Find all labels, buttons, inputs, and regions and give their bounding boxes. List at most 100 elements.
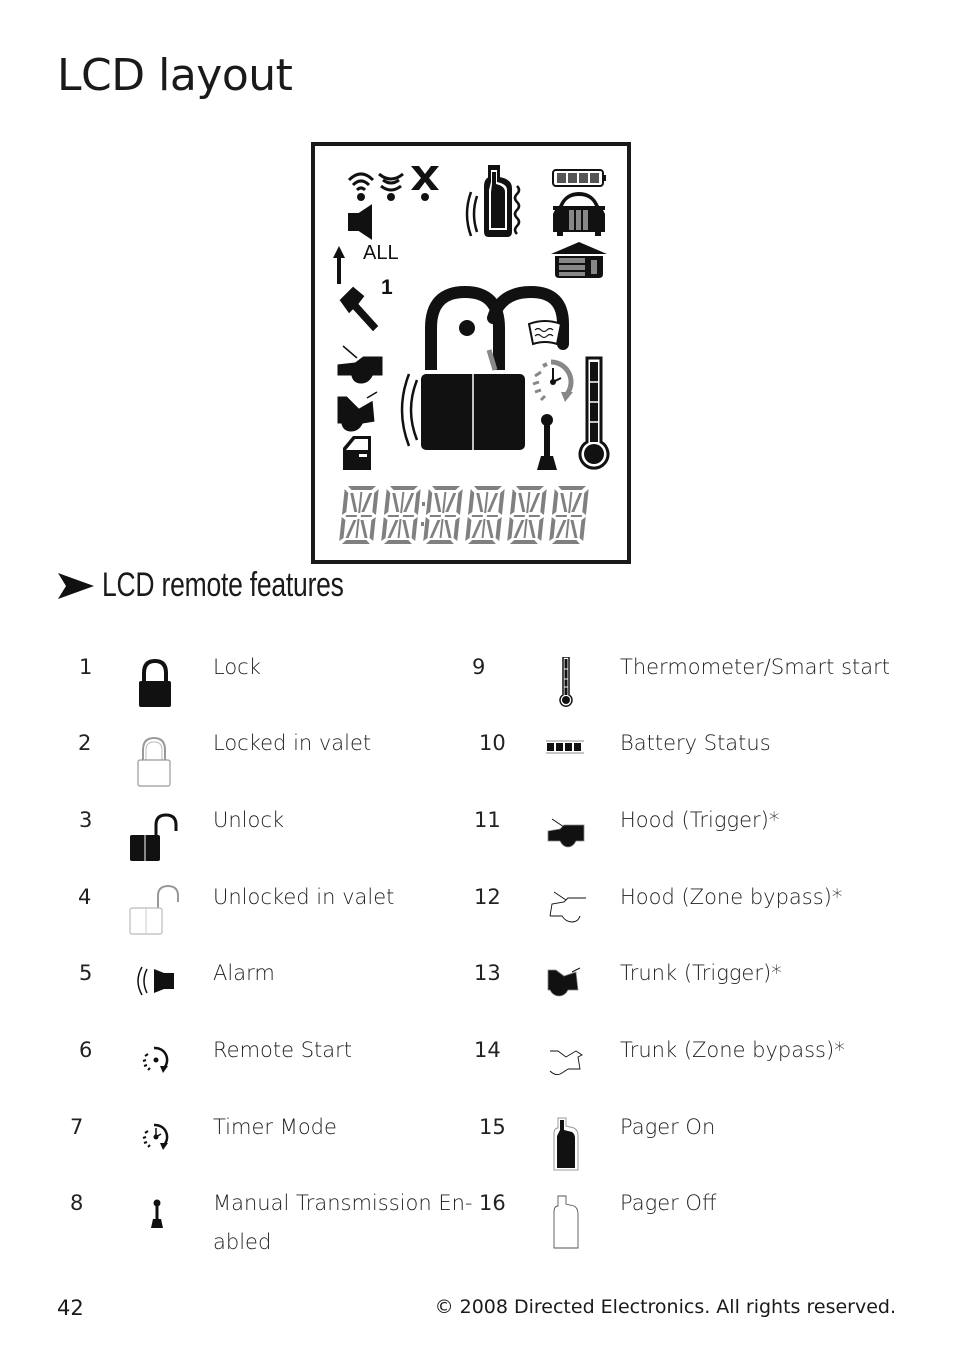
feature-label: Lock — [213, 655, 261, 679]
segment — [402, 520, 410, 538]
feature-number: 16 — [479, 1191, 506, 1215]
segment — [423, 517, 430, 541]
feature-label: Locked in valet — [213, 731, 372, 755]
feature-label: Remote Start — [213, 1038, 353, 1062]
segment — [570, 520, 578, 538]
segment — [474, 486, 502, 490]
segment — [339, 517, 346, 541]
feature-label: Hood (Zone bypass)* — [620, 885, 843, 909]
segment-digit — [465, 486, 505, 544]
copyright: © 2008 Directed Electronics. All rights … — [434, 1296, 896, 1318]
segment — [345, 515, 357, 517]
pager-off-icon — [552, 1194, 580, 1254]
segment — [432, 486, 460, 490]
segment-digit — [423, 486, 463, 544]
section-heading: LCD remote features — [58, 566, 412, 605]
feature-number: 13 — [474, 961, 501, 985]
segment — [439, 519, 444, 538]
segment — [513, 520, 525, 538]
segment — [361, 493, 373, 512]
segment — [471, 520, 483, 538]
segment — [358, 492, 363, 513]
lock-icon — [138, 658, 172, 713]
thermometer-icon — [578, 356, 610, 470]
pager-vibrate-icon — [465, 165, 521, 237]
segment — [565, 519, 570, 538]
trunk-icon — [336, 391, 378, 433]
segment — [516, 486, 544, 490]
car-front-icon — [553, 192, 605, 236]
segment — [425, 540, 454, 544]
feature-number: 8 — [70, 1191, 84, 1215]
alarm-icon — [136, 965, 176, 1001]
segment — [528, 520, 536, 538]
segment-digit — [507, 486, 547, 544]
signal-transmit-icon — [347, 172, 375, 201]
segment — [529, 493, 541, 512]
feature-label: Trunk (Zone bypass)* — [620, 1038, 845, 1062]
timer-icon — [532, 359, 574, 402]
segment — [397, 519, 402, 538]
segment — [429, 515, 441, 517]
feature-label: Pager On — [620, 1115, 716, 1139]
arrow-right-icon — [58, 572, 94, 599]
segment — [555, 515, 567, 517]
segment — [387, 520, 399, 538]
segment — [392, 493, 400, 512]
segment — [355, 519, 360, 538]
segment — [471, 515, 483, 517]
feature-label: Battery Status — [620, 731, 771, 755]
page-title: LCD layout — [57, 50, 293, 101]
segment — [484, 492, 489, 513]
segment — [387, 515, 399, 517]
segment — [445, 493, 457, 512]
segment — [425, 489, 433, 515]
segment — [414, 489, 421, 515]
windshield-icon — [527, 320, 563, 346]
feature-number: 3 — [79, 808, 93, 832]
padlock-icon — [421, 285, 569, 450]
trunk-bypass-icon — [546, 1045, 584, 1081]
signal-receive-icon — [378, 172, 404, 201]
lcd-diagram: ALL 1 — [311, 142, 631, 564]
feature-label: Timer Mode — [213, 1115, 337, 1139]
segment — [434, 493, 442, 512]
segment — [341, 489, 349, 515]
feature-label-continued: abled — [213, 1230, 272, 1254]
garage-icon — [551, 242, 607, 278]
segment — [456, 489, 463, 515]
segment — [348, 486, 376, 490]
segment — [444, 520, 452, 538]
segment — [523, 519, 528, 538]
segment — [467, 540, 496, 544]
segment — [498, 489, 505, 515]
segment — [444, 515, 456, 517]
segment — [486, 520, 494, 538]
feature-number: 4 — [78, 885, 92, 909]
segment-digit — [381, 486, 421, 544]
segment — [390, 486, 418, 490]
segment — [453, 517, 460, 541]
segment — [429, 520, 441, 538]
feature-label: Manual Transmission En- — [213, 1191, 473, 1215]
feature-number: 10 — [479, 731, 506, 755]
segment — [403, 493, 415, 512]
segment — [411, 517, 418, 541]
segment — [526, 492, 531, 513]
feature-label: Trunk (Trigger)* — [620, 961, 782, 985]
lcd-icons: ALL 1 — [333, 165, 610, 544]
hood-icon — [336, 345, 384, 385]
hammer-icon — [338, 285, 380, 333]
segment — [509, 540, 538, 544]
segment — [560, 493, 568, 512]
segment — [558, 486, 586, 490]
segment — [360, 520, 368, 538]
out-of-range-icon — [411, 166, 439, 201]
segment — [402, 515, 414, 517]
feature-label: Alarm — [213, 961, 275, 985]
segment — [372, 489, 379, 515]
trunk-trigger-icon — [546, 966, 582, 1002]
segment — [579, 517, 586, 541]
segment-display — [339, 486, 589, 544]
segment — [551, 540, 580, 544]
